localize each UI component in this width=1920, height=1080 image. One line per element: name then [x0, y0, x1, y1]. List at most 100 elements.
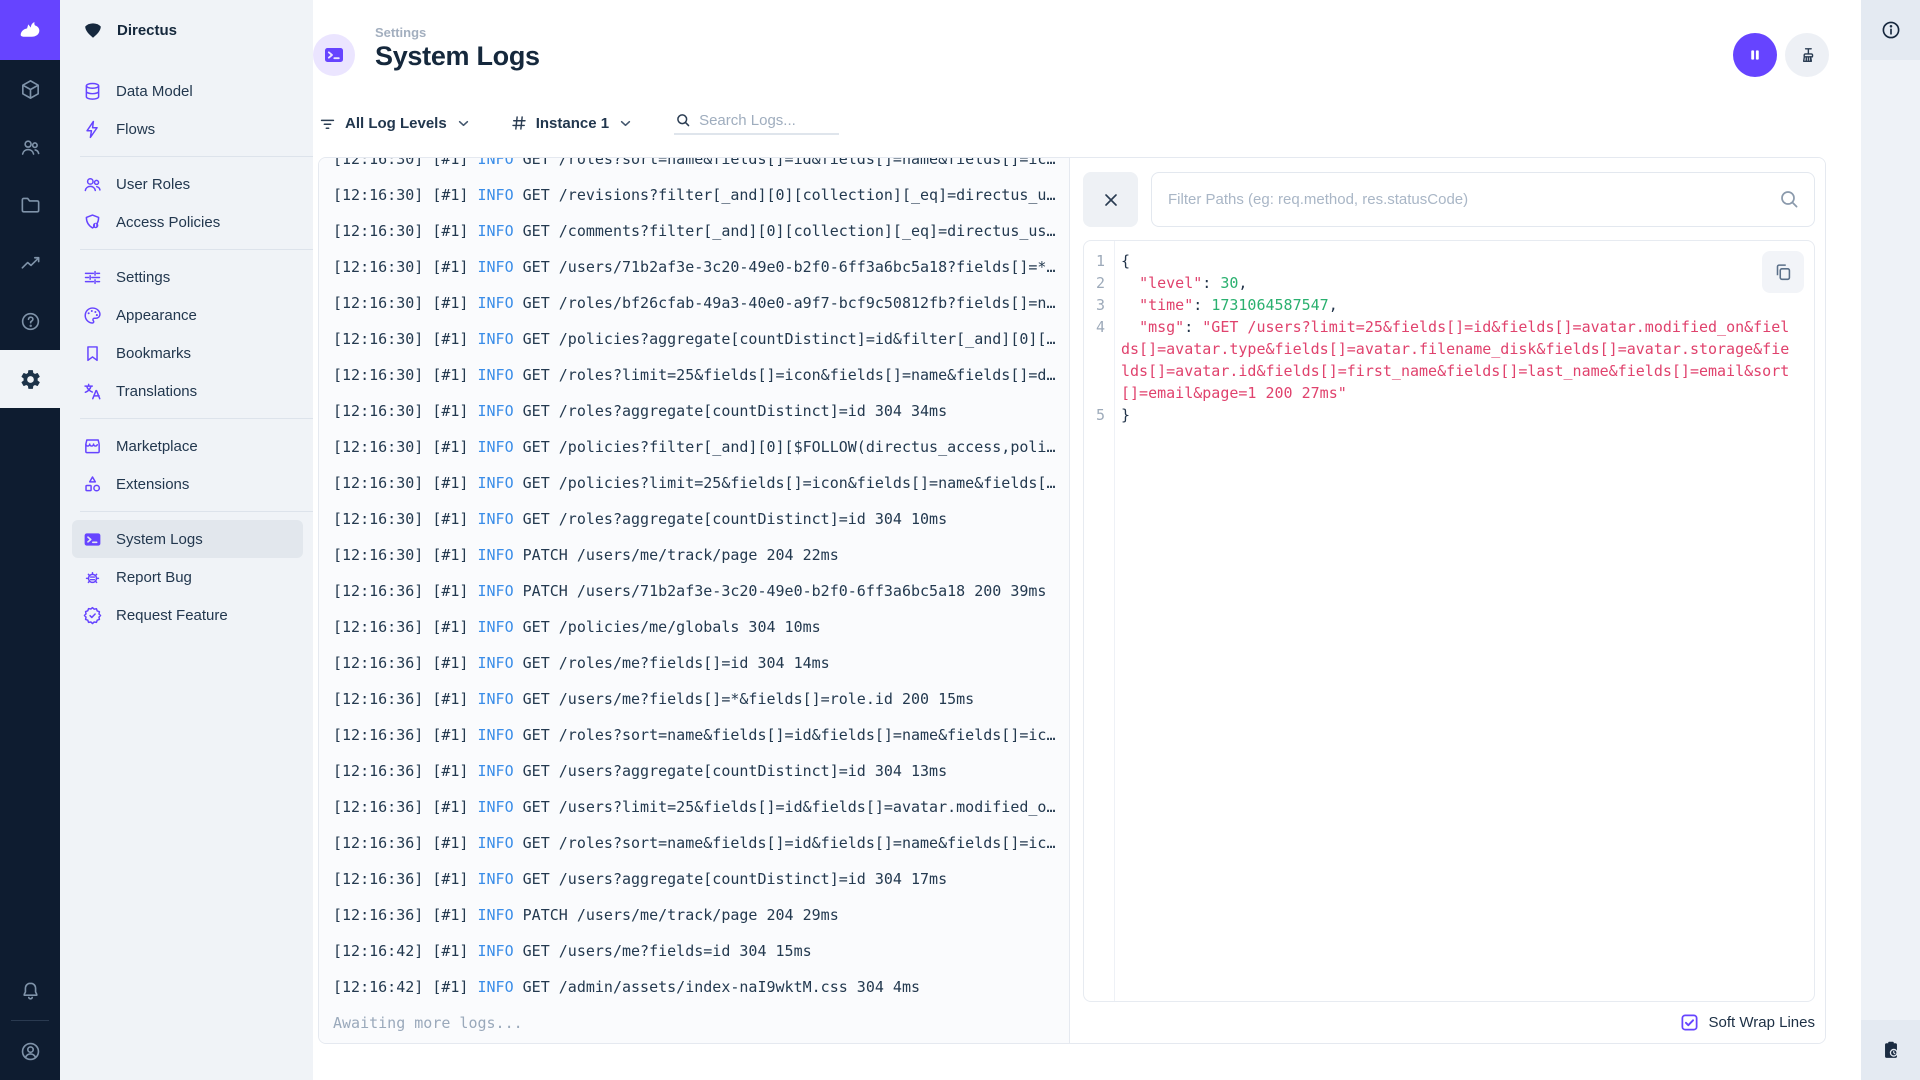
- help-icon: [19, 310, 42, 333]
- log-row[interactable]: [12:16:36] [#1] INFO GET /roles?sort=nam…: [319, 825, 1069, 861]
- sidebar-item-report-bug[interactable]: Report Bug: [60, 558, 313, 596]
- module-user-directory[interactable]: [0, 118, 60, 176]
- log-row[interactable]: [12:16:36] [#1] INFO GET /policies/me/gl…: [319, 609, 1069, 645]
- log-row[interactable]: [12:16:30] [#1] INFO GET /roles?sort=nam…: [319, 158, 1069, 177]
- sidebar-item-label: System Logs: [116, 530, 203, 548]
- sidebar-item-flows[interactable]: Flows: [60, 110, 313, 148]
- directus-logo-button[interactable]: [0, 0, 60, 60]
- copy-json-button[interactable]: [1762, 251, 1804, 293]
- activity-history-button[interactable]: [1861, 1020, 1920, 1080]
- log-row[interactable]: [12:16:30] [#1] INFO GET /roles?aggregat…: [319, 393, 1069, 429]
- sidebar-item-appearance[interactable]: Appearance: [60, 296, 313, 334]
- log-row[interactable]: [12:16:42] [#1] INFO GET /users/me?field…: [319, 933, 1069, 969]
- filter-paths-input[interactable]: [1151, 172, 1815, 227]
- module-file-library[interactable]: [0, 176, 60, 234]
- log-stream-pane[interactable]: [12:16:30] [#1] INFO GET /roles?sort=nam…: [319, 158, 1070, 1043]
- hash-icon: [510, 114, 528, 132]
- instance-filter[interactable]: Instance 1: [510, 114, 634, 132]
- sidebar-item-label: Report Bug: [116, 568, 192, 586]
- sidebar-item-settings[interactable]: Settings: [60, 258, 313, 296]
- module-settings[interactable]: [0, 350, 60, 408]
- copy-icon: [1772, 261, 1794, 283]
- log-detail-pane: 1{2 "level": 30,3 "time": 1731064587547,…: [1070, 158, 1825, 1043]
- sidebar-item-translations[interactable]: Translations: [60, 372, 313, 410]
- sidebar-item-label: User Roles: [116, 175, 191, 193]
- close-detail-button[interactable]: [1083, 172, 1138, 227]
- module-insights[interactable]: [0, 234, 60, 292]
- log-row[interactable]: [12:16:42] [#1] INFO GET /admin/assets/i…: [319, 969, 1069, 1005]
- account-avatar-icon: [19, 1040, 42, 1063]
- shapes-icon: [82, 474, 103, 495]
- log-row[interactable]: [12:16:30] [#1] INFO GET /revisions?filt…: [319, 177, 1069, 213]
- log-toolbar: All Log Levels Instance 1: [318, 108, 840, 138]
- project-header[interactable]: Directus: [60, 0, 313, 60]
- nav-divider: [80, 511, 313, 512]
- sidebar-item-system-logs[interactable]: System Logs: [72, 520, 303, 558]
- log-level-filter[interactable]: All Log Levels: [318, 114, 472, 133]
- module-bar-divider: [11, 1020, 49, 1021]
- user-roles-icon: [82, 174, 103, 195]
- log-row[interactable]: [12:16:36] [#1] INFO GET /roles?sort=nam…: [319, 717, 1069, 753]
- sidebar-item-label: Flows: [116, 120, 156, 138]
- terminal-icon: [322, 43, 346, 67]
- log-search: [674, 111, 840, 135]
- log-row[interactable]: [12:16:30] [#1] INFO GET /users/71b2af3e…: [319, 249, 1069, 285]
- info-icon: [1880, 19, 1902, 41]
- pause-logs-button[interactable]: [1733, 33, 1777, 77]
- log-row[interactable]: [12:16:36] [#1] INFO GET /roles/me?field…: [319, 645, 1069, 681]
- module-content[interactable]: [0, 60, 60, 118]
- log-row[interactable]: [12:16:36] [#1] INFO GET /users?aggregat…: [319, 861, 1069, 897]
- soft-wrap-toggle[interactable]: Soft Wrap Lines: [1083, 1013, 1815, 1032]
- sidebar-item-label: Bookmarks: [116, 344, 192, 362]
- settings-icon: [19, 368, 42, 391]
- palette-icon: [82, 305, 103, 326]
- sidebar-item-request-feature[interactable]: Request Feature: [60, 596, 313, 634]
- nav-items: Data Model Flows User Roles Access Polic…: [60, 60, 313, 634]
- log-row[interactable]: [12:16:30] [#1] INFO GET /policies?filte…: [319, 429, 1069, 465]
- notifications-button[interactable]: [0, 961, 60, 1019]
- filter-list-icon: [318, 114, 337, 133]
- log-row[interactable]: [12:16:36] [#1] INFO GET /users?limit=25…: [319, 789, 1069, 825]
- log-row[interactable]: [12:16:30] [#1] INFO GET /policies?limit…: [319, 465, 1069, 501]
- log-row[interactable]: [12:16:30] [#1] INFO GET /roles/bf26cfab…: [319, 285, 1069, 321]
- line-number: 1: [1095, 252, 1105, 270]
- log-row[interactable]: [12:16:36] [#1] INFO GET /users/me?field…: [319, 681, 1069, 717]
- filter-paths-field: [1151, 172, 1815, 227]
- code-line: 5}: [1084, 404, 1814, 426]
- sidebar-item-extensions[interactable]: Extensions: [60, 465, 313, 503]
- module-help[interactable]: [0, 292, 60, 350]
- clear-logs-button[interactable]: [1785, 33, 1829, 77]
- log-row[interactable]: [12:16:30] [#1] INFO PATCH /users/me/tra…: [319, 537, 1069, 573]
- code-line: 2 "level": 30,: [1084, 272, 1814, 294]
- info-sidebar-button[interactable]: [1861, 0, 1920, 60]
- log-detail-code[interactable]: 1{2 "level": 30, 3 "time": 1731064587547,…: [1083, 240, 1815, 1002]
- sidebar-item-user-roles[interactable]: User Roles: [60, 165, 313, 203]
- log-row[interactable]: [12:16:36] [#1] INFO PATCH /users/me/tra…: [319, 897, 1069, 933]
- log-row[interactable]: [12:16:30] [#1] INFO GET /roles?limit=25…: [319, 357, 1069, 393]
- directus-rabbit-logo: [14, 14, 46, 46]
- sidebar-item-label: Marketplace: [116, 437, 198, 455]
- tune-icon: [82, 267, 103, 288]
- sidebar-item-access-policies[interactable]: Access Policies: [60, 203, 313, 241]
- sidebar-item-bookmarks[interactable]: Bookmarks: [60, 334, 313, 372]
- nav-divider: [80, 156, 313, 157]
- soft-wrap-checkbox[interactable]: [1680, 1013, 1699, 1032]
- soft-wrap-label[interactable]: Soft Wrap Lines: [1709, 1014, 1815, 1031]
- log-row[interactable]: [12:16:30] [#1] INFO GET /comments?filte…: [319, 213, 1069, 249]
- sidebar-item-data-model[interactable]: Data Model: [60, 72, 313, 110]
- page-title-badge: [313, 34, 355, 76]
- database-icon: [82, 81, 103, 102]
- page-title: System Logs: [375, 41, 540, 71]
- user-directory-icon: [19, 136, 42, 159]
- log-row[interactable]: [12:16:36] [#1] INFO PATCH /users/71b2af…: [319, 573, 1069, 609]
- sidebar-item-label: Extensions: [116, 475, 190, 493]
- account-button[interactable]: [0, 1022, 60, 1080]
- line-number: 5: [1095, 406, 1105, 424]
- search-logs-input[interactable]: [699, 111, 840, 129]
- breadcrumb[interactable]: Settings: [375, 25, 426, 40]
- log-row[interactable]: [12:16:36] [#1] INFO GET /users?aggregat…: [319, 753, 1069, 789]
- sidebar-item-marketplace[interactable]: Marketplace: [60, 427, 313, 465]
- log-row[interactable]: [12:16:30] [#1] INFO GET /roles?aggregat…: [319, 501, 1069, 537]
- log-container: [12:16:30] [#1] INFO GET /roles?sort=nam…: [318, 157, 1826, 1044]
- log-row[interactable]: [12:16:30] [#1] INFO GET /policies?aggre…: [319, 321, 1069, 357]
